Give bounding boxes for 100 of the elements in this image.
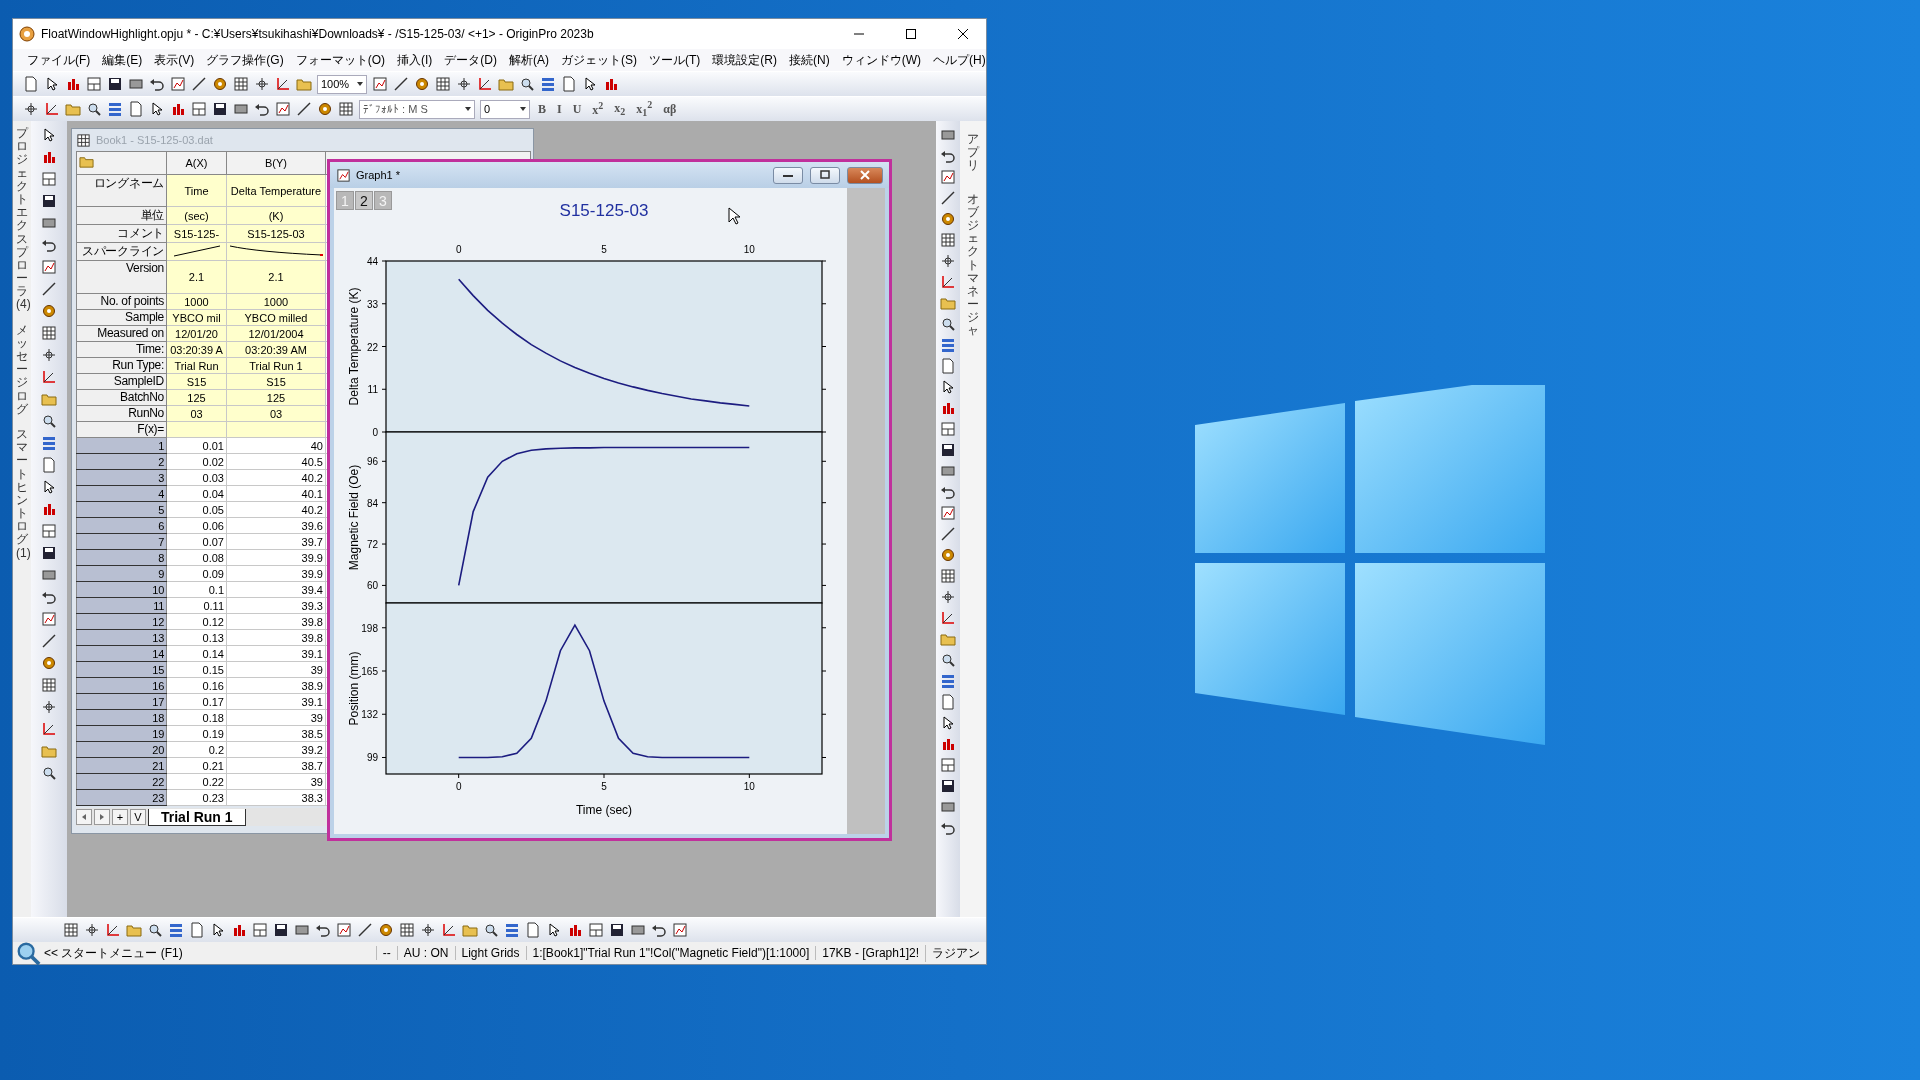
curved-arrow-icon[interactable] bbox=[651, 922, 667, 938]
format-button[interactable]: αβ bbox=[660, 101, 680, 117]
menu-item[interactable]: ガジェット(S) bbox=[561, 51, 637, 69]
line-icon[interactable] bbox=[296, 101, 312, 117]
stripes-icon[interactable] bbox=[540, 76, 556, 92]
gear-icon[interactable] bbox=[940, 211, 956, 227]
format-button[interactable]: B bbox=[535, 101, 549, 117]
folder-icon[interactable] bbox=[41, 391, 57, 407]
menu-item[interactable]: フォーマット(O) bbox=[295, 51, 385, 69]
pointer-icon[interactable] bbox=[582, 76, 598, 92]
panes-icon[interactable] bbox=[41, 171, 57, 187]
folder-icon[interactable] bbox=[41, 743, 57, 759]
chart-icon[interactable] bbox=[275, 101, 291, 117]
page-icon[interactable] bbox=[189, 922, 205, 938]
chart-icon[interactable] bbox=[672, 922, 688, 938]
chart-icon[interactable] bbox=[170, 76, 186, 92]
grid-icon[interactable] bbox=[41, 677, 57, 693]
pointer-icon[interactable] bbox=[210, 922, 226, 938]
magnifier-icon[interactable] bbox=[940, 652, 956, 668]
panes-icon[interactable] bbox=[940, 421, 956, 437]
menu-item[interactable]: ファイル(F) bbox=[27, 51, 91, 69]
chart-icon[interactable] bbox=[372, 76, 388, 92]
curved-arrow-icon[interactable] bbox=[315, 922, 331, 938]
menu-item[interactable]: 編集(E) bbox=[102, 51, 143, 69]
crosshair-icon[interactable] bbox=[456, 76, 472, 92]
page-icon[interactable] bbox=[23, 76, 39, 92]
magnifier-icon[interactable] bbox=[15, 940, 41, 966]
menu-item[interactable]: ウィンドウ(W) bbox=[841, 51, 921, 69]
bar-chart-icon[interactable] bbox=[41, 149, 57, 165]
chart-icon[interactable] bbox=[940, 505, 956, 521]
grid-icon[interactable] bbox=[435, 76, 451, 92]
format-button[interactable]: U bbox=[569, 101, 585, 117]
menu-item[interactable]: データ(D) bbox=[444, 51, 497, 69]
curved-arrow-icon[interactable] bbox=[41, 589, 57, 605]
dock-tab[interactable]: プロジェクトエクスプローラ (4) bbox=[16, 127, 28, 312]
line-icon[interactable] bbox=[940, 526, 956, 542]
sheet-tab[interactable]: Trial Run 1 bbox=[148, 808, 246, 826]
stripes-icon[interactable] bbox=[41, 435, 57, 451]
folder-icon[interactable] bbox=[462, 922, 478, 938]
folder-icon[interactable] bbox=[296, 76, 312, 92]
gear-icon[interactable] bbox=[414, 76, 430, 92]
column-header[interactable]: B(Y) bbox=[226, 151, 326, 175]
bar-chart-icon[interactable] bbox=[603, 76, 619, 92]
magnifier-icon[interactable] bbox=[41, 413, 57, 429]
gear-icon[interactable] bbox=[41, 655, 57, 671]
grid-icon[interactable] bbox=[338, 101, 354, 117]
page-icon[interactable] bbox=[41, 457, 57, 473]
chart-icon[interactable] bbox=[940, 169, 956, 185]
minimize-button[interactable] bbox=[773, 166, 803, 184]
grid-icon[interactable] bbox=[940, 232, 956, 248]
grid-icon[interactable] bbox=[940, 568, 956, 584]
pointer-icon[interactable] bbox=[546, 922, 562, 938]
magnifier-icon[interactable] bbox=[483, 922, 499, 938]
page-icon[interactable] bbox=[525, 922, 541, 938]
grid-icon[interactable] bbox=[399, 922, 415, 938]
column-header[interactable]: A(X) bbox=[166, 151, 227, 175]
crosshair-icon[interactable] bbox=[940, 253, 956, 269]
menu-item[interactable]: ツール(T) bbox=[649, 51, 701, 69]
page-icon[interactable] bbox=[940, 358, 956, 374]
page-icon[interactable] bbox=[128, 101, 144, 117]
panes-icon[interactable] bbox=[588, 922, 604, 938]
menu-item[interactable]: 環境設定(R) bbox=[712, 51, 777, 69]
font-dropdown[interactable]: ﾃﾞﾌｫﾙﾄ : M S bbox=[359, 99, 475, 119]
line-icon[interactable] bbox=[41, 281, 57, 297]
magnifier-icon[interactable] bbox=[41, 765, 57, 781]
pointer-icon[interactable] bbox=[940, 715, 956, 731]
gear-icon[interactable] bbox=[317, 101, 333, 117]
pointer-icon[interactable] bbox=[41, 127, 57, 143]
rectangle-icon[interactable] bbox=[940, 799, 956, 815]
stripes-icon[interactable] bbox=[940, 673, 956, 689]
axes-icon[interactable] bbox=[477, 76, 493, 92]
bar-chart-icon[interactable] bbox=[940, 400, 956, 416]
crosshair-icon[interactable] bbox=[41, 699, 57, 715]
sheet-nav-button[interactable]: + bbox=[112, 809, 128, 825]
menu-item[interactable]: 接続(N) bbox=[789, 51, 830, 69]
bar-chart-icon[interactable] bbox=[231, 922, 247, 938]
curved-arrow-icon[interactable] bbox=[940, 148, 956, 164]
close-button[interactable] bbox=[847, 166, 883, 184]
rectangle-icon[interactable] bbox=[630, 922, 646, 938]
format-button[interactable]: I bbox=[554, 101, 565, 117]
pointer-icon[interactable] bbox=[940, 379, 956, 395]
rectangle-icon[interactable] bbox=[128, 76, 144, 92]
magnifier-icon[interactable] bbox=[147, 922, 163, 938]
start-menu-link[interactable]: << スタートメニュー (F1) bbox=[44, 944, 376, 962]
stripes-icon[interactable] bbox=[504, 922, 520, 938]
line-icon[interactable] bbox=[940, 190, 956, 206]
bar-chart-icon[interactable] bbox=[65, 76, 81, 92]
rectangle-icon[interactable] bbox=[294, 922, 310, 938]
folder-icon[interactable] bbox=[940, 631, 956, 647]
stripes-icon[interactable] bbox=[940, 337, 956, 353]
format-button[interactable]: x$_{2}$ bbox=[611, 100, 629, 118]
crosshair-icon[interactable] bbox=[23, 101, 39, 117]
crosshair-icon[interactable] bbox=[41, 347, 57, 363]
folder-icon[interactable] bbox=[498, 76, 514, 92]
rectangle-icon[interactable] bbox=[41, 215, 57, 231]
panes-icon[interactable] bbox=[86, 76, 102, 92]
dock-tab[interactable]: スマートヒントログ (1) bbox=[16, 427, 28, 560]
dock-tab[interactable]: メッセージログ bbox=[16, 323, 28, 416]
chart-icon[interactable] bbox=[336, 922, 352, 938]
curved-arrow-icon[interactable] bbox=[940, 484, 956, 500]
